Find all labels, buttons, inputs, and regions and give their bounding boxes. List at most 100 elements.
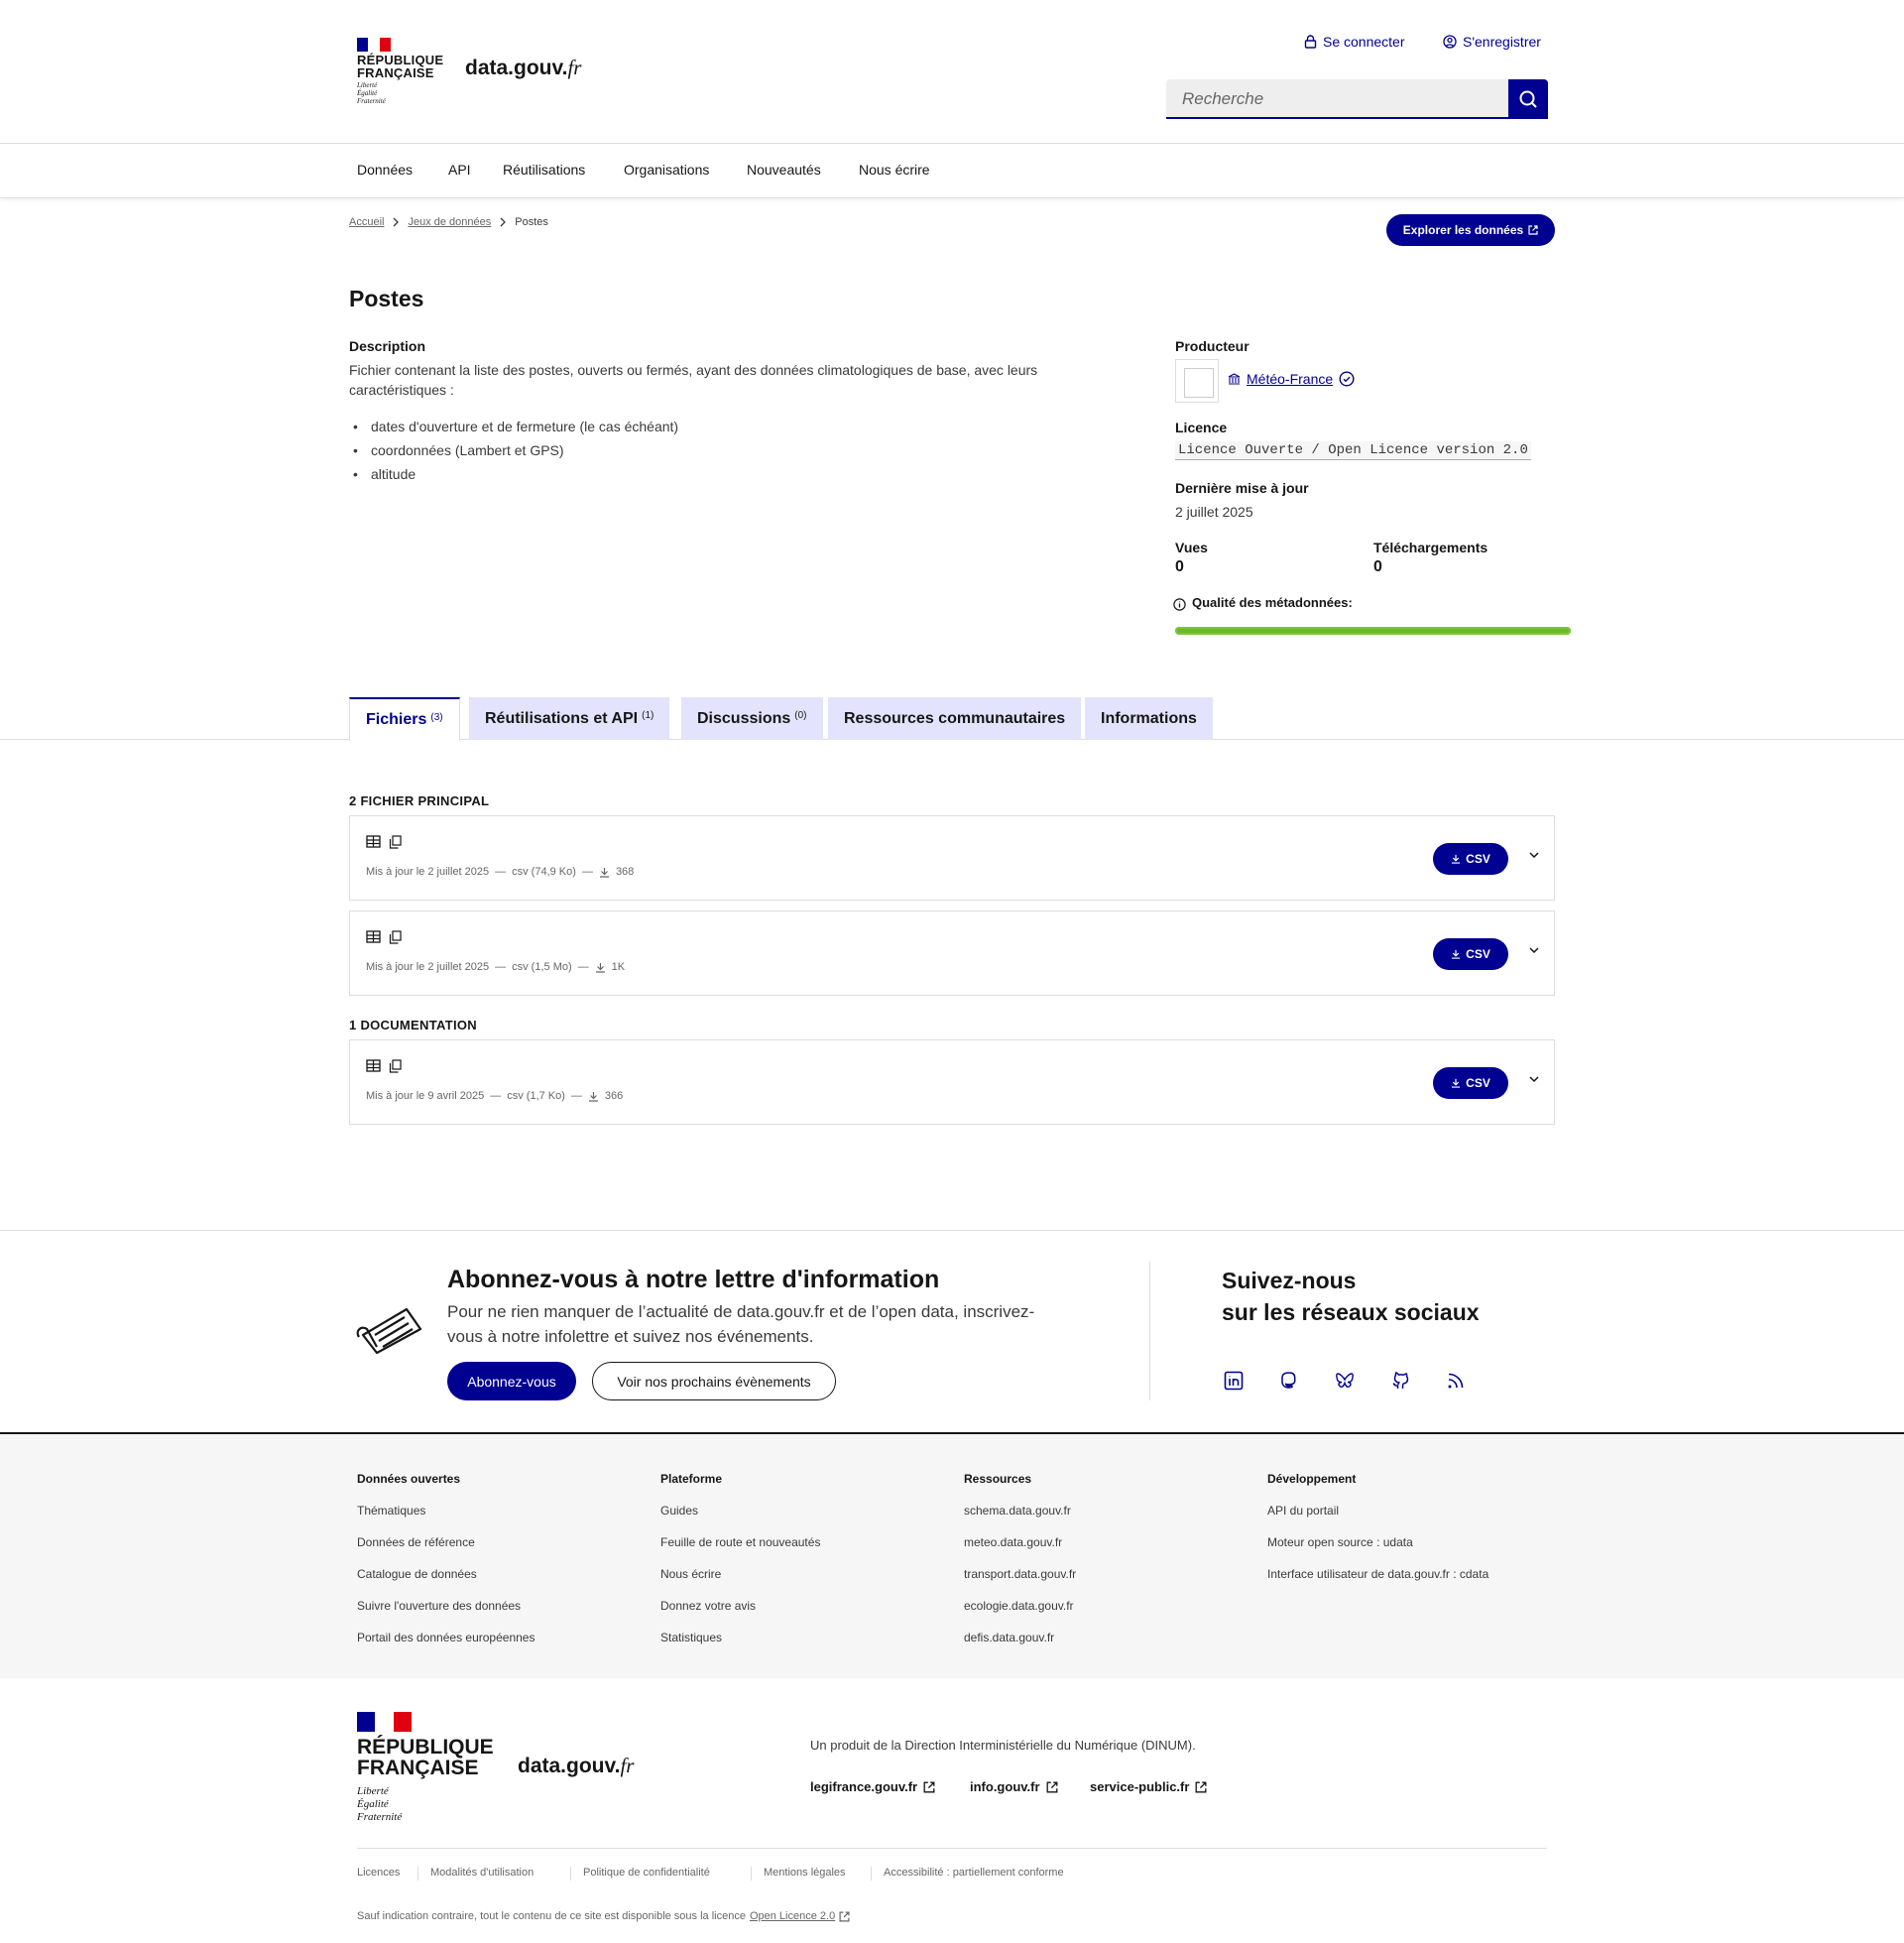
- breadcrumb-current: Postes: [515, 216, 548, 228]
- producer-logo[interactable]: [1175, 359, 1219, 403]
- mastodon-icon[interactable]: [1279, 1371, 1299, 1391]
- footer-link[interactable]: Thématiques: [357, 1504, 425, 1518]
- chevron-down-icon[interactable]: [1528, 850, 1540, 860]
- external-link-icon: [839, 1910, 850, 1922]
- motto: Liberté Égalité Fraternité: [357, 1785, 403, 1823]
- csv-download-button[interactable]: CSV: [1433, 1067, 1508, 1099]
- lock-icon: [1304, 35, 1317, 49]
- copy-icon[interactable]: [389, 930, 402, 944]
- description-text: Fichier contenant la liste des postes, o…: [349, 362, 1038, 398]
- footer-link[interactable]: schema.data.gouv.fr: [964, 1504, 1071, 1518]
- quality-progress-bar: [1175, 627, 1571, 635]
- footer-link[interactable]: Interface utilisateur de data.gouv.fr : …: [1267, 1567, 1488, 1581]
- tab-ressources-communautaires[interactable]: Ressources communautaires: [828, 697, 1082, 740]
- footer-link[interactable]: Suivre l'ouverture des données: [357, 1599, 521, 1613]
- nav-item-reutilisations[interactable]: Réutilisations: [503, 162, 585, 178]
- csv-download-button[interactable]: CSV: [1433, 938, 1508, 970]
- republique-francaise-logo[interactable]: RÉPUBLIQUE FRANÇAISE: [357, 54, 443, 79]
- newsletter-text: Pour ne rien manquer de l’actualité de d…: [447, 1302, 1035, 1346]
- nav-item-donnees[interactable]: Données: [357, 162, 413, 178]
- service-public-link[interactable]: service-public.fr: [1090, 1779, 1207, 1794]
- table-icon[interactable]: [366, 835, 381, 848]
- republique-francaise-logo[interactable]: RÉPUBLIQUE FRANÇAISE: [357, 1737, 494, 1778]
- search-input[interactable]: Recherche: [1166, 79, 1509, 119]
- table-icon[interactable]: [366, 1059, 381, 1072]
- footer-link[interactable]: Données de référence: [357, 1535, 475, 1549]
- legal-link-licences[interactable]: Licences: [357, 1867, 400, 1879]
- nav-item-nous-ecrire[interactable]: Nous écrire: [859, 162, 930, 178]
- download-icon: [599, 867, 609, 878]
- chevron-down-icon[interactable]: [1528, 945, 1540, 955]
- footer-link[interactable]: Statistiques: [660, 1631, 722, 1644]
- section-divider: [0, 1230, 1904, 1231]
- producer-link[interactable]: Météo-France: [1228, 371, 1355, 387]
- tab-informations[interactable]: Informations: [1085, 697, 1213, 740]
- login-link[interactable]: Se connecter: [1304, 34, 1405, 50]
- footer-site-logo[interactable]: data.gouv.fr: [518, 1754, 634, 1778]
- open-licence-link[interactable]: Open Licence 2.0: [750, 1910, 835, 1922]
- legal-link-mentions[interactable]: Mentions légales: [764, 1867, 846, 1879]
- footer-link[interactable]: Donnez votre avis: [660, 1599, 756, 1613]
- nav-item-organisations[interactable]: Organisations: [624, 162, 709, 178]
- tab-fichiers[interactable]: Fichiers (3): [349, 697, 460, 741]
- nav-item-nouveautes[interactable]: Nouveautés: [747, 162, 821, 178]
- footer-link[interactable]: API du portail: [1267, 1504, 1339, 1518]
- explore-data-button[interactable]: Explorer les données: [1386, 214, 1555, 246]
- github-icon[interactable]: [1390, 1371, 1410, 1391]
- footer-link[interactable]: Moteur open source : udata: [1267, 1535, 1413, 1549]
- subscribe-button[interactable]: Abonnez-vous: [447, 1362, 576, 1400]
- copy-icon[interactable]: [389, 1059, 402, 1073]
- legal-link-accessibilite[interactable]: Accessibilité : partiellement conforme: [884, 1867, 1064, 1879]
- chevron-down-icon[interactable]: [1528, 1074, 1540, 1084]
- download-icon: [1452, 1078, 1461, 1088]
- footer-link[interactable]: Feuille de route et nouveautés: [660, 1535, 820, 1549]
- breadcrumb-datasets[interactable]: Jeux de données: [408, 216, 491, 228]
- rss-icon[interactable]: [1446, 1371, 1466, 1391]
- footer-link[interactable]: transport.data.gouv.fr: [964, 1567, 1076, 1581]
- marianne-flag-icon: [357, 38, 391, 52]
- legifrance-link[interactable]: legifrance.gouv.fr: [810, 1779, 935, 1794]
- breadcrumb: Accueil Jeux de données Postes: [349, 216, 548, 228]
- quality-label: Qualité des métadonnées:: [1192, 595, 1353, 610]
- info-icon[interactable]: [1173, 598, 1186, 611]
- footer-link[interactable]: Portail des données européennes: [357, 1631, 535, 1644]
- newsletter-title: Abonnez-vous à notre lettre d'informatio…: [447, 1266, 940, 1293]
- breadcrumb-home[interactable]: Accueil: [349, 216, 384, 228]
- file-meta: Mis à jour le 2 juillet 2025— csv (74,9 …: [366, 866, 635, 878]
- downloads-value: 0: [1373, 558, 1382, 575]
- footer-column-title: Développement: [1267, 1472, 1357, 1486]
- linkedin-icon[interactable]: [1224, 1371, 1244, 1391]
- licence-notice: Sauf indication contraire, tout le conte…: [357, 1910, 850, 1922]
- footer-link[interactable]: defis.data.gouv.fr: [964, 1631, 1054, 1644]
- divider: [417, 1867, 418, 1881]
- file-card[interactable]: Mis à jour le 2 juillet 2025— csv (74,9 …: [349, 815, 1555, 901]
- copy-icon[interactable]: [389, 835, 402, 849]
- tab-discussions[interactable]: Discussions (0): [681, 697, 823, 740]
- events-button[interactable]: Voir nos prochains évènements: [592, 1362, 836, 1400]
- bluesky-icon[interactable]: [1335, 1371, 1355, 1391]
- search-button[interactable]: [1508, 79, 1548, 119]
- legal-link-modalites[interactable]: Modalités d'utilisation: [430, 1867, 534, 1879]
- downloads-label: Téléchargements: [1373, 540, 1488, 555]
- description-label: Description: [349, 338, 426, 354]
- table-icon[interactable]: [366, 930, 381, 943]
- footer-link[interactable]: meteo.data.gouv.fr: [964, 1535, 1062, 1549]
- site-logo[interactable]: data.gouv.fr: [465, 56, 581, 80]
- nav-item-api[interactable]: API: [448, 162, 471, 178]
- tab-reutilisations[interactable]: Réutilisations et API (1): [469, 697, 670, 740]
- user-circle-icon: [1443, 35, 1457, 49]
- search-icon: [1519, 90, 1537, 108]
- file-card[interactable]: Mis à jour le 2 juillet 2025— csv (1,5 M…: [349, 911, 1555, 996]
- footer-link[interactable]: Catalogue de données: [357, 1567, 477, 1581]
- licence-link[interactable]: Licence Ouverte / Open Licence version 2…: [1175, 441, 1531, 460]
- legal-link-confidentialite[interactable]: Politique de confidentialité: [583, 1867, 710, 1879]
- register-link[interactable]: S'enregistrer: [1443, 34, 1541, 50]
- csv-download-button[interactable]: CSV: [1433, 843, 1508, 875]
- footer-link[interactable]: Guides: [660, 1504, 698, 1518]
- file-card[interactable]: Mis à jour le 9 avril 2025— csv (1,7 Ko)…: [349, 1039, 1555, 1125]
- info-gouv-link[interactable]: info.gouv.fr: [970, 1779, 1058, 1794]
- footer-link[interactable]: ecologie.data.gouv.fr: [964, 1599, 1074, 1613]
- page-title: Postes: [349, 286, 424, 311]
- verified-icon: [1339, 371, 1355, 387]
- footer-link[interactable]: Nous écrire: [660, 1567, 721, 1581]
